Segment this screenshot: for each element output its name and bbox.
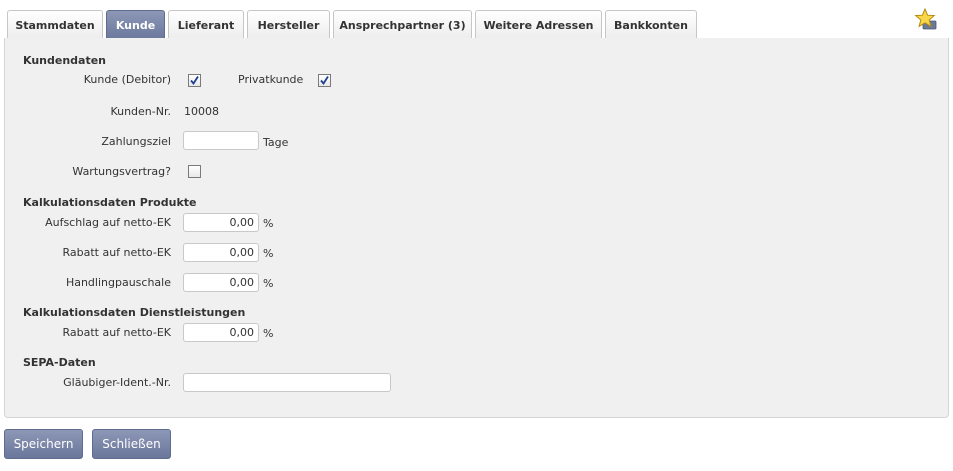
section-kalkulation-dienstleistungen: Kalkulationsdaten Dienstleistungen: [23, 306, 246, 319]
label-wartungsvertrag: Wartungsvertrag?: [72, 165, 171, 178]
tab-weitere-adressen[interactable]: Weitere Adressen: [475, 10, 602, 40]
input-glaeubiger-id[interactable]: [183, 373, 391, 392]
input-rabatt-dienstleistungen[interactable]: 0,00: [183, 323, 259, 342]
label-handlingpauschale: Handlingpauschale: [65, 276, 171, 289]
label-rabatt-produkte: Rabatt auf netto-EK: [62, 246, 171, 259]
label-aufschlag: Aufschlag auf netto-EK: [45, 216, 171, 229]
label-rabatt-dienstleistungen: Rabatt auf netto-EK: [62, 326, 171, 339]
section-kundendaten: Kundendaten: [23, 54, 107, 67]
input-handlingpauschale[interactable]: 0,00: [183, 273, 259, 292]
tab-kunde[interactable]: Kunde: [106, 10, 165, 40]
checkbox-wartungsvertrag[interactable]: [188, 165, 201, 178]
checkbox-kunde-debitor[interactable]: [188, 74, 201, 87]
unit-rabatt-dienstleistungen: %: [263, 327, 274, 340]
section-sepa: SEPA-Daten: [23, 356, 96, 369]
section-kalkulation-produkte: Kalkulationsdaten Produkte: [23, 196, 197, 209]
tab-stammdaten[interactable]: Stammdaten: [7, 10, 103, 40]
label-zahlungsziel: Zahlungsziel: [101, 135, 171, 148]
input-aufschlag[interactable]: 0,00: [183, 213, 259, 232]
tab-ansprechpartner[interactable]: Ansprechpartner (3): [333, 10, 472, 40]
tab-hersteller[interactable]: Hersteller: [247, 10, 330, 40]
tab-bar: Stammdaten Kunde Lieferant Hersteller An…: [4, 7, 949, 40]
star-folder-icon[interactable]: [913, 7, 939, 31]
checkbox-privatkunde[interactable]: [318, 74, 331, 87]
tab-bankkonten[interactable]: Bankkonten: [605, 10, 697, 40]
label-kunden-nr: Kunden-Nr.: [110, 105, 171, 118]
checkmark-icon: [320, 76, 329, 86]
label-glaeubiger-id: Gläubiger-Ident.-Nr.: [63, 376, 171, 389]
close-button[interactable]: Schließen: [92, 429, 171, 459]
input-rabatt-produkte[interactable]: 0,00: [183, 243, 259, 262]
input-zahlungsziel[interactable]: [183, 131, 259, 150]
checkmark-icon: [190, 76, 199, 86]
unit-zahlungsziel: Tage: [263, 136, 289, 149]
unit-handlingpauschale: %: [263, 277, 274, 290]
kunde-panel: Kundendaten Kunde (Debitor) Privatkunde …: [4, 38, 949, 418]
save-button[interactable]: Speichern: [4, 429, 83, 459]
label-kunde-debitor: Kunde (Debitor): [83, 73, 171, 86]
unit-aufschlag: %: [263, 217, 274, 230]
unit-rabatt-produkte: %: [263, 247, 274, 260]
value-kunden-nr: 10008: [184, 105, 219, 118]
tab-lieferant[interactable]: Lieferant: [168, 10, 244, 40]
label-privatkunde: Privatkunde: [238, 73, 304, 86]
